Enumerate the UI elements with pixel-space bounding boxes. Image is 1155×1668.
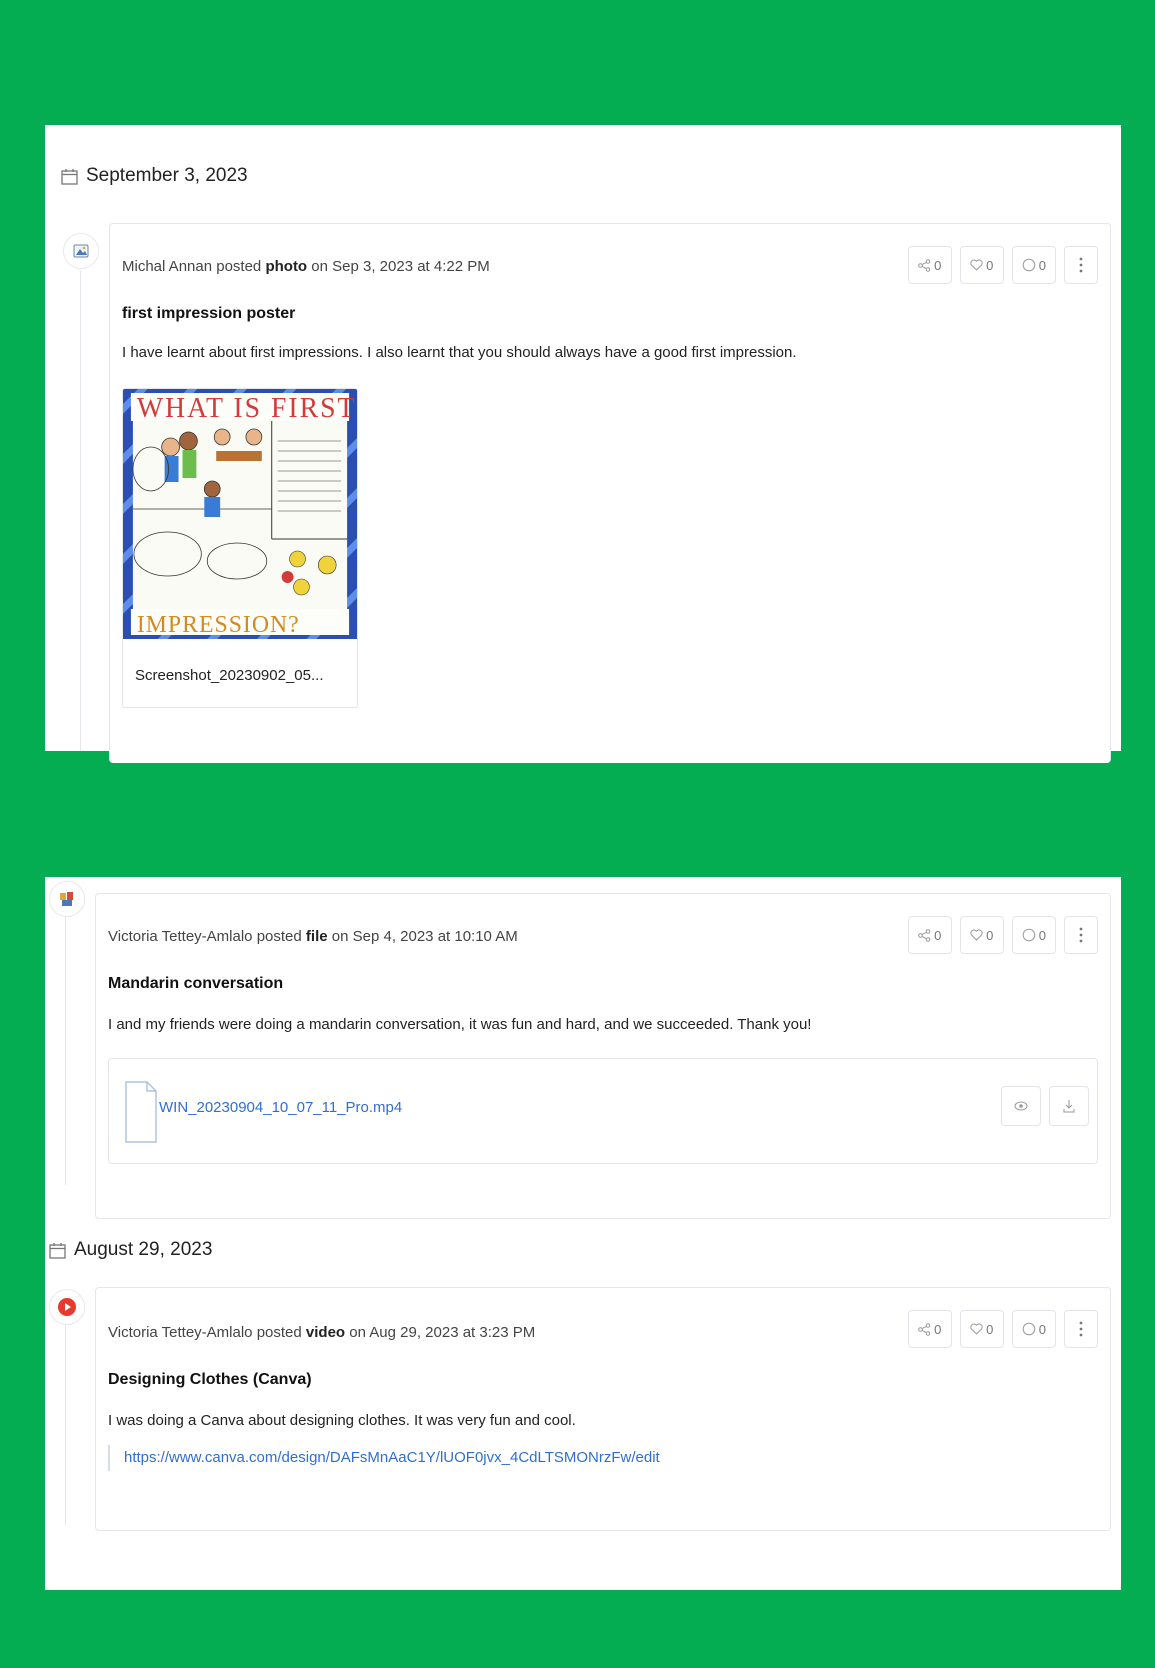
heart-icon <box>970 929 983 941</box>
like-count: 0 <box>986 927 994 943</box>
poster-thumbnail: WHAT IS FIRST IMPRESSION? <box>123 389 357 639</box>
post-time: on Sep 4, 2023 at 10:10 AM <box>331 928 518 945</box>
download-file-button[interactable] <box>1049 1086 1089 1126</box>
post-type-badge <box>63 233 99 269</box>
more-button[interactable] <box>1064 916 1098 954</box>
post-title: Designing Clothes (Canva) <box>108 1371 312 1388</box>
post-body: I was doing a Canva about designing clot… <box>108 1412 576 1429</box>
post-author[interactable]: Victoria Tettey-Amlalo <box>108 928 253 945</box>
post-card: Victoria Tettey-Amlalo posted video on A… <box>95 1287 1111 1531</box>
svg-text:IMPRESSION?: IMPRESSION? <box>137 612 300 638</box>
date-header: August 29, 2023 <box>49 1239 212 1261</box>
post-time: on Sep 3, 2023 at 4:22 PM <box>311 258 490 275</box>
like-button[interactable]: 0 <box>959 1310 1004 1348</box>
svg-text:WHAT IS FIRST: WHAT IS FIRST <box>137 393 357 424</box>
activity-panel-top: September 3, 2023 Michal Annan posted ph… <box>45 125 1121 763</box>
share-icon <box>918 928 931 942</box>
timeline-line <box>65 917 66 1185</box>
comment-icon <box>1022 928 1036 942</box>
like-button[interactable]: 0 <box>959 916 1004 954</box>
post-card: Michal Annan posted photo on Sep 3, 2023… <box>109 223 1111 763</box>
post-title: first impression poster <box>122 305 296 322</box>
post-type: photo <box>265 258 308 275</box>
image-icon <box>73 244 89 258</box>
post-type: video <box>305 1324 346 1341</box>
post-title: Mandarin conversation <box>108 975 284 992</box>
eye-icon <box>1014 1101 1028 1111</box>
document-icon <box>125 1081 157 1143</box>
activity-panel-bottom: Victoria Tettey-Amlalo posted file on Se… <box>45 877 1121 1590</box>
post-time: on Aug 29, 2023 at 3:23 PM <box>349 1324 536 1341</box>
more-button[interactable] <box>1064 1310 1098 1348</box>
heart-icon <box>970 259 983 271</box>
file-attachment: WIN_20230904_10_07_11_Pro.mp4 <box>108 1058 1098 1164</box>
share-button[interactable]: 0 <box>907 1310 952 1348</box>
post-body: I have learnt about first impressions. I… <box>122 344 797 361</box>
file-link[interactable]: WIN_20230904_10_07_11_Pro.mp4 <box>159 1099 402 1116</box>
timeline-line <box>80 271 81 751</box>
share-count: 0 <box>934 1321 942 1337</box>
share-button[interactable]: 0 <box>907 916 952 954</box>
play-icon <box>58 1298 76 1316</box>
file-icon <box>60 892 73 906</box>
post-link[interactable]: https://www.canva.com/design/DAFsMnAaC1Y… <box>108 1445 660 1471</box>
comment-button[interactable]: 0 <box>1011 246 1056 284</box>
view-file-button[interactable] <box>1001 1086 1041 1126</box>
comment-count: 0 <box>1038 257 1046 273</box>
like-count: 0 <box>986 257 994 273</box>
date-header: September 3, 2023 <box>61 165 248 187</box>
comment-button[interactable]: 0 <box>1011 916 1056 954</box>
post-author[interactable]: Michal Annan <box>122 258 212 275</box>
comment-count: 0 <box>1038 927 1046 943</box>
date-label: September 3, 2023 <box>86 165 248 186</box>
comment-icon <box>1022 1322 1036 1336</box>
post-card: Victoria Tettey-Amlalo posted file on Se… <box>95 893 1111 1219</box>
more-vertical-icon <box>1079 1321 1083 1337</box>
like-button[interactable]: 0 <box>959 246 1004 284</box>
post-meta: Victoria Tettey-Amlalo posted file on Se… <box>108 928 518 945</box>
share-count: 0 <box>934 927 942 943</box>
share-button[interactable]: 0 <box>907 246 952 284</box>
comment-button[interactable]: 0 <box>1011 1310 1056 1348</box>
post-author[interactable]: Victoria Tettey-Amlalo <box>108 1324 253 1341</box>
post-type: file <box>305 928 328 945</box>
calendar-icon <box>49 1242 66 1259</box>
comment-count: 0 <box>1038 1321 1046 1337</box>
post-actions: 0 0 0 <box>907 246 1098 284</box>
heart-icon <box>970 1323 983 1335</box>
share-count: 0 <box>934 257 942 273</box>
post-body: I and my friends were doing a mandarin c… <box>108 1016 812 1033</box>
calendar-icon <box>61 168 78 185</box>
download-icon <box>1063 1100 1075 1113</box>
share-icon <box>918 258 931 272</box>
post-actions: 0 0 0 <box>907 916 1098 954</box>
comment-icon <box>1022 258 1036 272</box>
post-meta: Victoria Tettey-Amlalo posted video on A… <box>108 1324 536 1341</box>
more-vertical-icon <box>1079 927 1083 943</box>
timeline-line <box>65 1325 66 1525</box>
post-actions: 0 0 0 <box>907 1310 1098 1348</box>
post-meta: Michal Annan posted photo on Sep 3, 2023… <box>122 258 490 275</box>
date-label: August 29, 2023 <box>74 1239 213 1260</box>
photo-attachment[interactable]: WHAT IS FIRST IMPRESSION? Screenshot_202… <box>122 388 358 708</box>
more-vertical-icon <box>1079 257 1083 273</box>
share-icon <box>918 1322 931 1336</box>
attachment-filename: Screenshot_20230902_05... <box>135 667 324 684</box>
like-count: 0 <box>986 1321 994 1337</box>
post-type-badge <box>49 1289 85 1325</box>
post-type-badge <box>49 881 85 917</box>
more-button[interactable] <box>1064 246 1098 284</box>
